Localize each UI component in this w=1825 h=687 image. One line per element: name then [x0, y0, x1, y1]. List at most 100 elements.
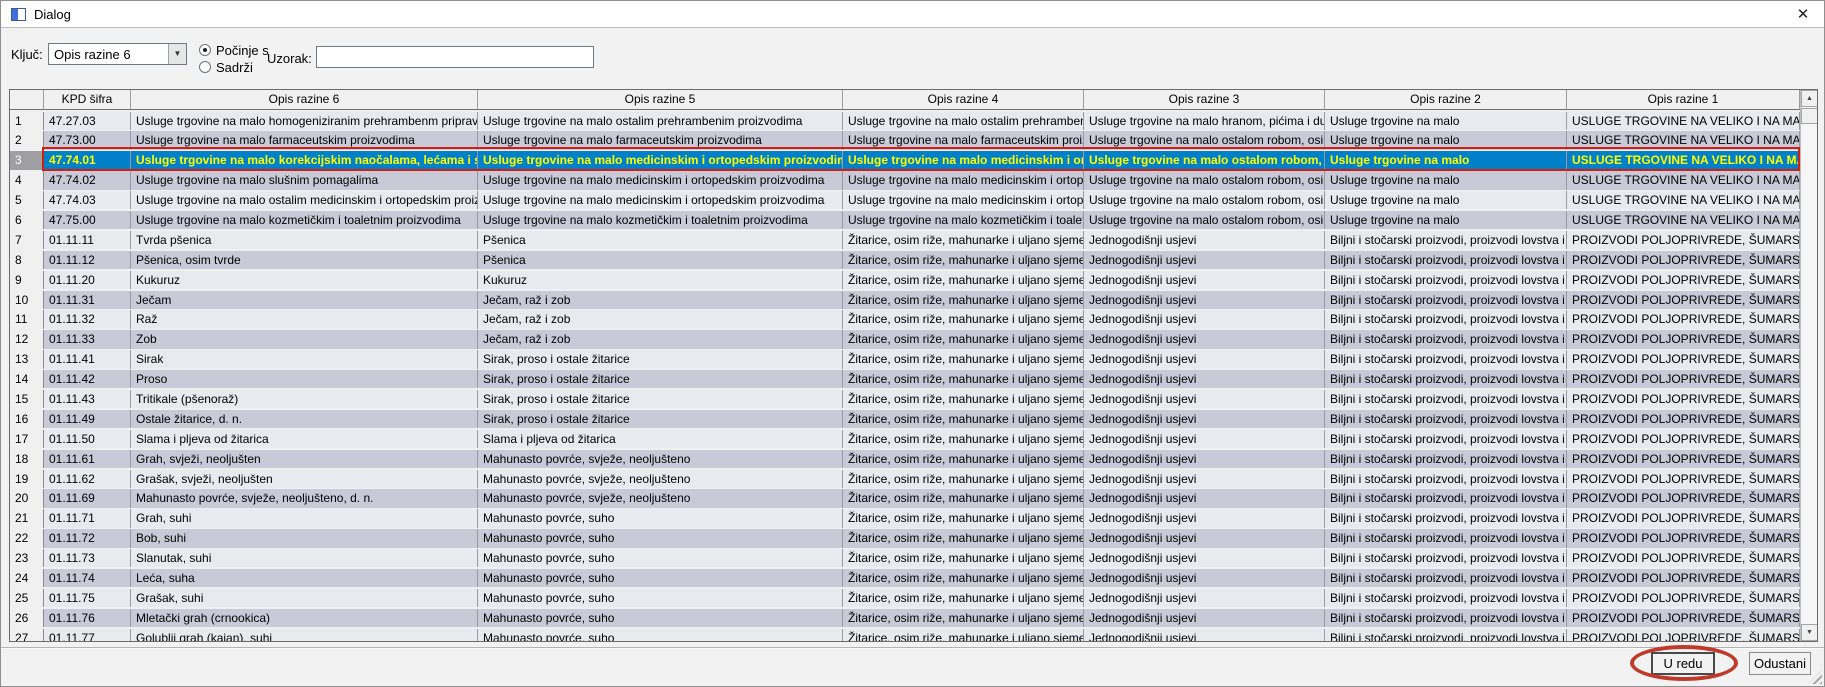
cell-kpd-sifra[interactable]: 01.11.31 — [44, 291, 131, 309]
cell-opis-razine-6[interactable]: Mahunasto povrće, svježe, neoljušteno, d… — [131, 489, 478, 507]
cell-opis-razine-4[interactable]: Usluge trgovine na malo medicinskim i or… — [843, 151, 1084, 169]
row-number-cell[interactable]: 20 — [10, 489, 44, 507]
cell-opis-razine-6[interactable]: Mletački grah (crnookica) — [131, 609, 478, 627]
cell-opis-razine-5[interactable]: Usluge trgovine na malo kozmetičkim i to… — [478, 211, 843, 229]
cell-opis-razine-3[interactable]: Jednogodišnji usjevi — [1084, 529, 1325, 547]
cell-opis-razine-5[interactable]: Ječam, raž i zob — [478, 291, 843, 309]
table-row[interactable]: 347.74.01Usluge trgovine na malo korekci… — [10, 150, 1800, 170]
cell-kpd-sifra[interactable]: 01.11.32 — [44, 310, 131, 328]
cell-kpd-sifra[interactable]: 01.11.61 — [44, 450, 131, 468]
row-number-cell[interactable]: 23 — [10, 549, 44, 567]
ok-button[interactable]: U redu — [1651, 652, 1715, 675]
cell-opis-razine-4[interactable]: Žitarice, osim riže, mahunarke i uljano … — [843, 450, 1084, 468]
cell-opis-razine-3[interactable]: Jednogodišnji usjevi — [1084, 470, 1325, 488]
cell-opis-razine-2[interactable]: Biljni i stočarski proizvodi, proizvodi … — [1325, 589, 1567, 607]
row-number-cell[interactable]: 25 — [10, 589, 44, 607]
row-number-cell[interactable]: 27 — [10, 629, 44, 642]
cell-opis-razine-6[interactable]: Usluge trgovine na malo farmaceutskim pr… — [131, 131, 478, 149]
cell-opis-razine-3[interactable]: Jednogodišnji usjevi — [1084, 330, 1325, 348]
cell-opis-razine-5[interactable]: Sirak, proso i ostale žitarice — [478, 410, 843, 428]
cell-opis-razine-1[interactable]: PROIZVODI POLJOPRIVREDE, ŠUMARSTVA I RIB — [1567, 271, 1800, 289]
cell-opis-razine-4[interactable]: Usluge trgovine na malo ostalim prehramb… — [843, 112, 1084, 130]
table-body[interactable]: 147.27.03Usluge trgovine na malo homogen… — [10, 110, 1800, 642]
table-row[interactable]: 1801.11.61Grah, svježi, neoljuštenMahuna… — [10, 448, 1800, 468]
pattern-input[interactable] — [316, 46, 594, 68]
cell-opis-razine-1[interactable]: PROIZVODI POLJOPRIVREDE, ŠUMARSTVA I RIB — [1567, 529, 1800, 547]
row-number-cell[interactable]: 5 — [10, 191, 44, 209]
cell-opis-razine-4[interactable]: Žitarice, osim riže, mahunarke i uljano … — [843, 271, 1084, 289]
cell-opis-razine-1[interactable]: PROIZVODI POLJOPRIVREDE, ŠUMARSTVA I RIB — [1567, 489, 1800, 507]
row-number-cell[interactable]: 11 — [10, 310, 44, 328]
cell-opis-razine-1[interactable]: PROIZVODI POLJOPRIVREDE, ŠUMARSTVA I RIB — [1567, 609, 1800, 627]
cell-opis-razine-5[interactable]: Usluge trgovine na malo medicinskim i or… — [478, 191, 843, 209]
cell-opis-razine-2[interactable]: Biljni i stočarski proizvodi, proizvodi … — [1325, 430, 1567, 448]
row-number-cell[interactable]: 14 — [10, 370, 44, 388]
cell-opis-razine-4[interactable]: Žitarice, osim riže, mahunarke i uljano … — [843, 529, 1084, 547]
cell-opis-razine-1[interactable]: PROIZVODI POLJOPRIVREDE, ŠUMARSTVA I RIB — [1567, 589, 1800, 607]
scrollbar-thumb[interactable] — [1801, 108, 1818, 124]
cell-opis-razine-4[interactable]: Žitarice, osim riže, mahunarke i uljano … — [843, 470, 1084, 488]
cell-opis-razine-5[interactable]: Sirak, proso i ostale žitarice — [478, 370, 843, 388]
table-row[interactable]: 647.75.00Usluge trgovine na malo kozmeti… — [10, 209, 1800, 229]
cell-kpd-sifra[interactable]: 01.11.20 — [44, 271, 131, 289]
cell-opis-razine-1[interactable]: USLUGE TRGOVINE NA VELIKO I NA MALO — [1567, 171, 1800, 189]
table-row[interactable]: 147.27.03Usluge trgovine na malo homogen… — [10, 110, 1800, 130]
row-number-cell[interactable]: 4 — [10, 171, 44, 189]
cell-opis-razine-6[interactable]: Usluge trgovine na malo slušnim pomagali… — [131, 171, 478, 189]
key-dropdown[interactable]: Opis razine 6 ▼ — [48, 43, 187, 65]
table-row[interactable]: 801.11.12Pšenica, osim tvrdePšenicaŽitar… — [10, 249, 1800, 269]
cell-opis-razine-5[interactable]: Sirak, proso i ostale žitarice — [478, 390, 843, 408]
table-row[interactable]: 2301.11.73Slanutak, suhiMahunasto povrće… — [10, 548, 1800, 568]
cell-opis-razine-1[interactable]: USLUGE TRGOVINE NA VELIKO I NA MALO — [1567, 211, 1800, 229]
cell-opis-razine-5[interactable]: Mahunasto povrće, suho — [478, 609, 843, 627]
chevron-down-icon[interactable]: ▼ — [168, 44, 186, 64]
cell-opis-razine-3[interactable]: Jednogodišnji usjevi — [1084, 390, 1325, 408]
cell-kpd-sifra[interactable]: 01.11.76 — [44, 609, 131, 627]
cell-opis-razine-2[interactable]: Usluge trgovine na malo — [1325, 151, 1567, 169]
cell-opis-razine-3[interactable]: Jednogodišnji usjevi — [1084, 609, 1325, 627]
cell-opis-razine-1[interactable]: PROIZVODI POLJOPRIVREDE, ŠUMARSTVA I RIB — [1567, 390, 1800, 408]
vertical-scrollbar[interactable]: ▲ ▼ — [1800, 90, 1817, 641]
cell-opis-razine-2[interactable]: Biljni i stočarski proizvodi, proizvodi … — [1325, 370, 1567, 388]
cell-opis-razine-4[interactable]: Žitarice, osim riže, mahunarke i uljano … — [843, 609, 1084, 627]
cell-opis-razine-5[interactable]: Mahunasto povrće, suho — [478, 589, 843, 607]
cell-opis-razine-4[interactable]: Žitarice, osim riže, mahunarke i uljano … — [843, 589, 1084, 607]
cell-opis-razine-2[interactable]: Usluge trgovine na malo — [1325, 171, 1567, 189]
table-row[interactable]: 447.74.02Usluge trgovine na malo slušnim… — [10, 170, 1800, 190]
cell-opis-razine-1[interactable]: USLUGE TRGOVINE NA VELIKO I NA MALO — [1567, 131, 1800, 149]
table-row[interactable]: 1001.11.31JečamJečam, raž i zobŽitarice,… — [10, 289, 1800, 309]
row-number-cell[interactable]: 12 — [10, 330, 44, 348]
cell-opis-razine-6[interactable]: Pšenica, osim tvrde — [131, 251, 478, 269]
cell-opis-razine-4[interactable]: Žitarice, osim riže, mahunarke i uljano … — [843, 330, 1084, 348]
cell-opis-razine-4[interactable]: Žitarice, osim riže, mahunarke i uljano … — [843, 549, 1084, 567]
cell-opis-razine-3[interactable]: Jednogodišnji usjevi — [1084, 310, 1325, 328]
cell-opis-razine-4[interactable]: Usluge trgovine na malo medicinskim i or… — [843, 191, 1084, 209]
cell-opis-razine-4[interactable]: Žitarice, osim riže, mahunarke i uljano … — [843, 350, 1084, 368]
cell-opis-razine-1[interactable]: USLUGE TRGOVINE NA VELIKO I NA MALO — [1567, 151, 1800, 169]
cell-opis-razine-2[interactable]: Biljni i stočarski proizvodi, proizvodi … — [1325, 569, 1567, 587]
cell-opis-razine-1[interactable]: PROIZVODI POLJOPRIVREDE, ŠUMARSTVA I RIB — [1567, 629, 1800, 642]
cell-opis-razine-5[interactable]: Mahunasto povrće, svježe, neoljušteno — [478, 450, 843, 468]
row-number-cell[interactable]: 2 — [10, 131, 44, 149]
cell-opis-razine-6[interactable]: Usluge trgovine na malo korekcijskim nao… — [131, 151, 478, 169]
cell-opis-razine-1[interactable]: PROIZVODI POLJOPRIVREDE, ŠUMARSTVA I RIB — [1567, 569, 1800, 587]
table-row[interactable]: 1101.11.32RažJečam, raž i zobŽitarice, o… — [10, 309, 1800, 329]
row-number-cell[interactable]: 24 — [10, 569, 44, 587]
row-number-cell[interactable]: 21 — [10, 509, 44, 527]
cell-opis-razine-3[interactable]: Jednogodišnji usjevi — [1084, 509, 1325, 527]
row-number-cell[interactable]: 18 — [10, 450, 44, 468]
cell-opis-razine-5[interactable]: Usluge trgovine na malo ostalim prehramb… — [478, 112, 843, 130]
cell-opis-razine-6[interactable]: Leća, suha — [131, 569, 478, 587]
cell-opis-razine-2[interactable]: Biljni i stočarski proizvodi, proizvodi … — [1325, 410, 1567, 428]
cell-opis-razine-6[interactable]: Slanutak, suhi — [131, 549, 478, 567]
row-number-cell[interactable]: 9 — [10, 271, 44, 289]
cell-opis-razine-1[interactable]: PROIZVODI POLJOPRIVREDE, ŠUMARSTVA I RIB — [1567, 310, 1800, 328]
cell-opis-razine-2[interactable]: Biljni i stočarski proizvodi, proizvodi … — [1325, 450, 1567, 468]
radio-unselected-icon[interactable] — [199, 61, 211, 73]
cell-opis-razine-6[interactable]: Grašak, svježi, neoljušten — [131, 470, 478, 488]
row-number-cell[interactable]: 16 — [10, 410, 44, 428]
cell-kpd-sifra[interactable]: 01.11.11 — [44, 231, 131, 249]
cell-opis-razine-5[interactable]: Usluge trgovine na malo medicinskim i or… — [478, 151, 843, 169]
cell-opis-razine-1[interactable]: PROIZVODI POLJOPRIVREDE, ŠUMARSTVA I RIB — [1567, 450, 1800, 468]
cell-opis-razine-4[interactable]: Žitarice, osim riže, mahunarke i uljano … — [843, 231, 1084, 249]
